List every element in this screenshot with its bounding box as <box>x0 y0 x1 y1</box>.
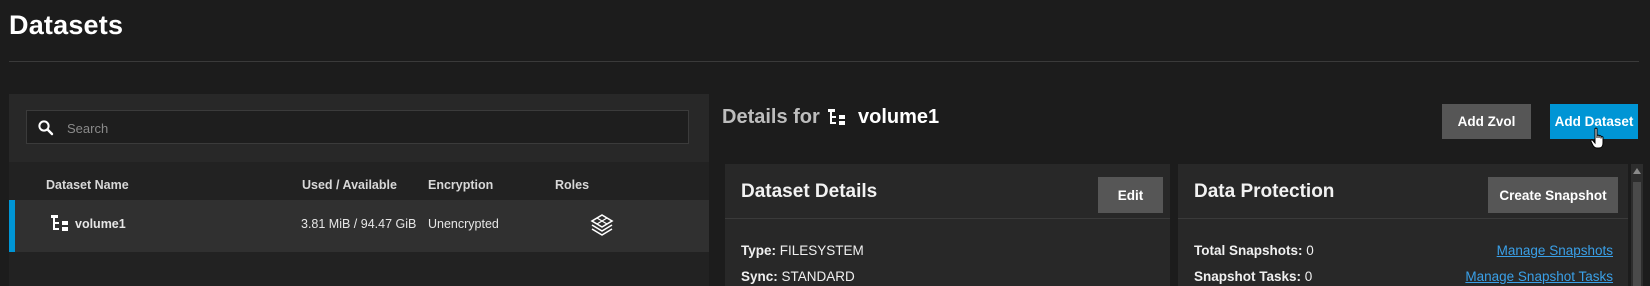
scrollbar-thumb[interactable] <box>1633 182 1641 286</box>
column-used-available[interactable]: Used / Available <box>302 178 397 192</box>
table-header: Dataset Name Used / Available Encryption… <box>9 172 709 200</box>
data-protection-title: Data Protection <box>1194 181 1335 202</box>
column-encryption[interactable]: Encryption <box>428 178 493 192</box>
details-for-label: Details for <box>722 106 820 128</box>
header-divider <box>9 61 1639 62</box>
manage-snapshot-tasks-link[interactable]: Manage Snapshot Tasks <box>1465 269 1613 284</box>
snapshot-tasks-label: Snapshot Tasks: <box>1194 269 1302 284</box>
dataset-tree-panel: Dataset Name Used / Available Encryption… <box>9 94 709 286</box>
edit-button[interactable]: Edit <box>1098 177 1163 213</box>
total-snapshots-row: Total Snapshots: 0 <box>1194 243 1314 258</box>
dataset-roles-icon <box>590 214 614 236</box>
search-box[interactable] <box>26 110 689 145</box>
card-divider <box>1178 218 1628 219</box>
column-roles[interactable]: Roles <box>555 178 589 192</box>
search-bar <box>9 94 709 162</box>
dataset-details-title: Dataset Details <box>741 181 878 202</box>
table-row[interactable]: volume1 3.81 MiB / 94.47 GiB Unencrypted <box>9 200 709 252</box>
data-protection-card: Data Protection Create Snapshot Total Sn… <box>1178 164 1628 286</box>
page-title: Datasets <box>9 10 124 40</box>
snapshot-tasks-row: Snapshot Tasks: 0 <box>1194 269 1312 284</box>
dataset-name: volume1 <box>75 217 126 231</box>
search-icon <box>38 120 54 136</box>
create-snapshot-button[interactable]: Create Snapshot <box>1488 177 1618 213</box>
snapshot-tasks-value: 0 <box>1304 269 1313 284</box>
dataset-sync-label: Sync: <box>741 269 778 284</box>
dataset-tree-icon <box>51 215 68 231</box>
dataset-encryption: Unencrypted <box>428 217 499 231</box>
total-snapshots-value: 0 <box>1306 243 1314 258</box>
hand-pointer-icon <box>1590 127 1604 149</box>
dataset-used-available: 3.81 MiB / 94.47 GiB <box>301 217 417 231</box>
selected-row-indicator <box>9 200 15 252</box>
scroll-up-arrow-icon[interactable] <box>1633 168 1641 174</box>
total-snapshots-label: Total Snapshots: <box>1194 243 1303 258</box>
details-dataset-name: volume1 <box>858 106 940 128</box>
dataset-details-card: Dataset Details Edit Type: FILESYSTEM Sy… <box>725 164 1170 286</box>
add-zvol-button[interactable]: Add Zvol <box>1442 104 1531 139</box>
column-dataset-name[interactable]: Dataset Name <box>46 178 129 192</box>
card-divider <box>725 218 1170 219</box>
dataset-sync-row: Sync: STANDARD <box>741 269 855 284</box>
dataset-sync-value: STANDARD <box>781 269 855 284</box>
search-input[interactable] <box>65 111 669 145</box>
manage-snapshots-link[interactable]: Manage Snapshots <box>1497 243 1613 258</box>
dataset-tree-icon <box>828 109 845 125</box>
dataset-type-label: Type: <box>741 243 777 258</box>
dataset-type-row: Type: FILESYSTEM <box>741 243 864 258</box>
dataset-type-value: FILESYSTEM <box>779 243 864 258</box>
